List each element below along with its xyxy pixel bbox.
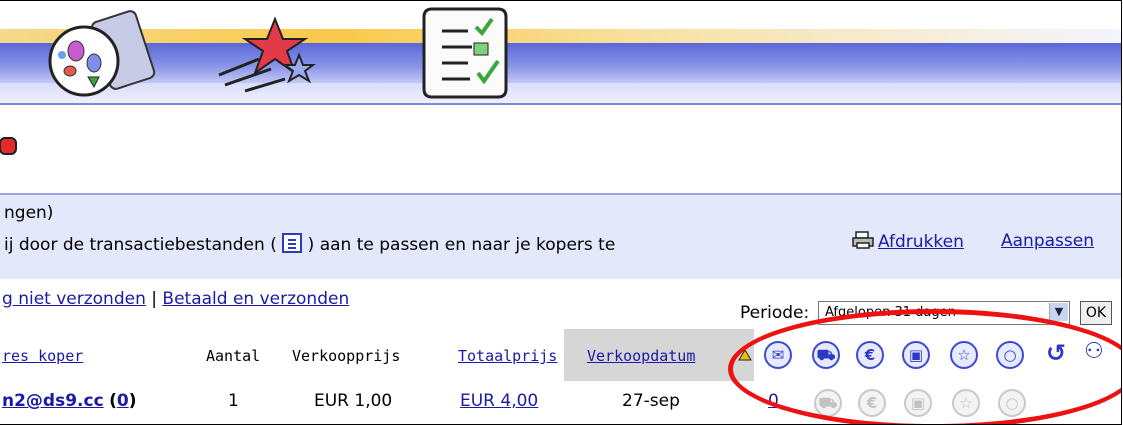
speech-bubble-icon[interactable]: ○ — [998, 389, 1026, 417]
filter-separator: | — [151, 289, 157, 309]
cart-icon[interactable]: ⛟ — [812, 341, 840, 369]
info-text-line1: ngen) — [4, 203, 54, 223]
column-sale-date[interactable]: Verkoopdatum — [587, 347, 695, 365]
checklist-scroll-icon — [422, 7, 508, 99]
filter-not-shipped-link[interactable]: g niet verzonden — [2, 289, 146, 309]
info-panel: ngen) ij door de transactiebestanden ( )… — [0, 195, 1121, 279]
sort-ascending-icon[interactable] — [738, 349, 752, 361]
quantity-cell: 1 — [228, 391, 239, 411]
filter-paid-shipped-link[interactable]: Betaald en verzonden — [162, 289, 349, 309]
table-row: n2@ds9.cc (0) 1 EUR 1,00 EUR 4,00 27-sep… — [0, 381, 1121, 424]
column-quantity: Aantal — [206, 347, 261, 365]
top-banner — [0, 1, 1121, 103]
total-price-link[interactable]: EUR 4,00 — [460, 391, 538, 411]
star-icon[interactable]: ☆ — [950, 341, 978, 369]
shooting-star-icon — [218, 16, 316, 93]
periode-select-value: Afgelopen 31 dagen — [825, 305, 956, 320]
message-count-link[interactable]: 0 — [768, 391, 779, 411]
column-sale-price: Verkoopprijs — [292, 347, 401, 365]
periode-select[interactable]: Afgelopen 31 dagen ▼ — [818, 301, 1070, 325]
sale-date-cell: 27-sep — [622, 391, 680, 411]
info-text-line2: ij door de transactiebestanden ( ) aan t… — [4, 233, 616, 255]
column-total-price[interactable]: Totaalprijs — [458, 347, 557, 365]
adjust-link[interactable]: Aanpassen — [1001, 231, 1094, 251]
envelope-icon[interactable]: ✉ — [764, 341, 792, 369]
logo-bar — [0, 105, 1121, 195]
refresh-icon[interactable]: ↺ — [1046, 339, 1066, 367]
filter-row: g niet verzonden | Betaald en verzonden … — [0, 279, 1121, 329]
star-icon[interactable]: ☆ — [952, 389, 980, 417]
table-header: res koper Aantal Verkoopprijs Totaalprij… — [0, 329, 1121, 381]
logo-fragment-icon — [0, 137, 17, 155]
euro-icon[interactable]: € — [858, 389, 886, 417]
page-frame: ngen) ij door de transactiebestanden ( )… — [0, 0, 1122, 425]
euro-icon[interactable]: € — [856, 341, 884, 369]
column-buyer[interactable]: res koper — [2, 347, 83, 365]
transaction-file-icon[interactable] — [282, 233, 303, 253]
filter-links: g niet verzonden | Betaald en verzonden — [2, 289, 349, 309]
periode-label: Periode: — [740, 303, 810, 323]
feedback-link[interactable]: 0 — [117, 391, 129, 411]
print-link-label[interactable]: Afdrukken — [878, 232, 964, 252]
chevron-down-icon[interactable]: ▼ — [1049, 303, 1068, 321]
cart-icon[interactable]: ⛟ — [814, 389, 842, 417]
print-link[interactable]: Afdrukken — [852, 231, 964, 252]
printer-icon — [852, 231, 874, 249]
sale-price-cell: EUR 1,00 — [314, 391, 393, 411]
globe-illustration-icon — [48, 10, 156, 97]
box-icon[interactable]: ▣ — [904, 389, 932, 417]
ok-button[interactable]: OK — [1080, 301, 1112, 325]
people-icon[interactable]: ⚇ — [1084, 339, 1104, 364]
speech-bubble-icon[interactable]: ○ — [996, 341, 1024, 369]
buyer-email-link[interactable]: n2@ds9.cc — [2, 391, 104, 411]
buyer-cell: n2@ds9.cc (0) — [2, 391, 137, 411]
box-icon[interactable]: ▣ — [902, 341, 930, 369]
